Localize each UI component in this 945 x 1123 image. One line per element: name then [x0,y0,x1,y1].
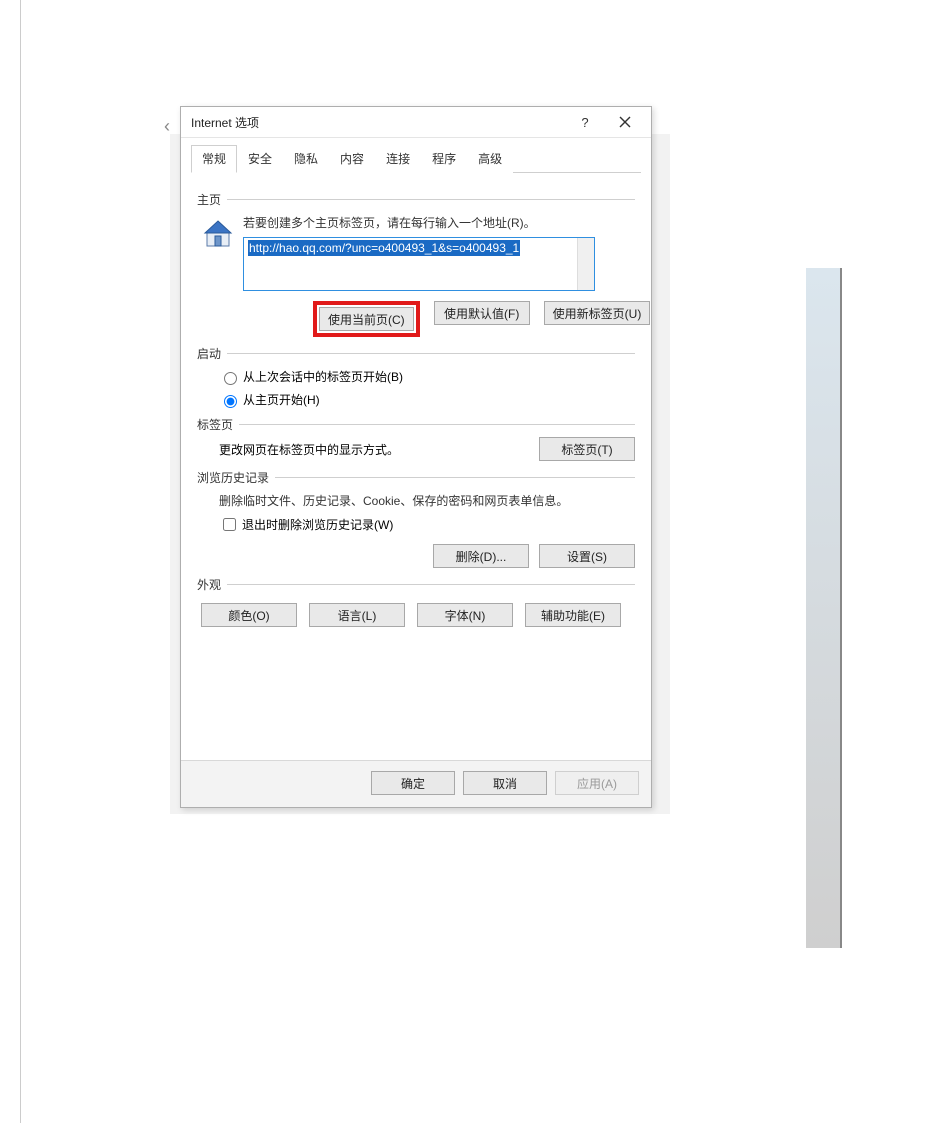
languages-button[interactable]: 语言(L) [309,603,405,627]
textarea-scrollbar[interactable] [577,238,594,290]
tab-content[interactable]: 内容 [329,145,375,173]
dialog-titlebar[interactable]: Internet 选项 ? [181,107,651,138]
delete-on-exit-label: 退出时删除浏览历史记录(W) [242,516,393,533]
dialog-content: 主页 若要创建多个主页标签页，请在每行输入一个地址(R)。 http://hao… [181,173,651,760]
tab-security[interactable]: 安全 [237,145,283,173]
startup-homepage-label: 从主页开始(H) [243,391,320,408]
tab-advanced[interactable]: 高级 [467,145,513,173]
startup-homepage-radio[interactable]: 从主页开始(H) [219,391,635,408]
section-startup-label: 启动 [197,345,221,362]
section-tabs: 标签页 [197,416,635,433]
close-button[interactable] [605,108,645,136]
section-history-label: 浏览历史记录 [197,469,269,486]
section-history: 浏览历史记录 [197,469,635,486]
tab-privacy[interactable]: 隐私 [283,145,329,173]
tabs-settings-button[interactable]: 标签页(T) [539,437,635,461]
history-description: 删除临时文件、历史记录、Cookie、保存的密码和网页表单信息。 [219,492,635,509]
delete-on-exit-checkbox[interactable]: 退出时删除浏览历史记录(W) [219,515,635,534]
use-new-tab-button[interactable]: 使用新标签页(U) [544,301,651,325]
tab-strip: 常规 安全 隐私 内容 连接 程序 高级 [191,144,641,173]
tab-programs[interactable]: 程序 [421,145,467,173]
close-icon [619,116,631,128]
section-homepage-label: 主页 [197,191,221,208]
homepage-instruction: 若要创建多个主页标签页，请在每行输入一个地址(R)。 [243,214,651,231]
homepage-url-textarea[interactable]: http://hao.qq.com/?unc=o400493_1&s=o4004… [243,237,595,291]
help-button[interactable]: ? [565,108,605,136]
startup-last-session-label: 从上次会话中的标签页开始(B) [243,368,403,385]
tab-general[interactable]: 常规 [191,145,237,173]
apply-button[interactable]: 应用(A) [555,771,639,795]
ok-button[interactable]: 确定 [371,771,455,795]
internet-options-dialog: Internet 选项 ? 常规 安全 隐私 内容 连接 程序 高级 主页 [180,106,652,808]
highlight-annotation: 使用当前页(C) [313,301,420,337]
section-appearance-label: 外观 [197,576,221,593]
startup-last-session-radio[interactable]: 从上次会话中的标签页开始(B) [219,368,635,385]
tab-connections[interactable]: 连接 [375,145,421,173]
background-stripe [806,268,842,948]
section-startup: 启动 [197,345,635,362]
home-icon [201,216,235,250]
startup-last-session-input[interactable] [224,372,237,385]
section-tabs-label: 标签页 [197,416,233,433]
use-default-button[interactable]: 使用默认值(F) [434,301,530,325]
homepage-url-value: http://hao.qq.com/?unc=o400493_1&s=o4004… [248,240,520,256]
delete-on-exit-input[interactable] [223,518,236,531]
history-settings-button[interactable]: 设置(S) [539,544,635,568]
dialog-footer: 确定 取消 应用(A) [181,760,651,807]
tabs-description: 更改网页在标签页中的显示方式。 [219,441,539,458]
section-homepage: 主页 [197,191,635,208]
fonts-button[interactable]: 字体(N) [417,603,513,627]
accessibility-button[interactable]: 辅助功能(E) [525,603,621,627]
cancel-button[interactable]: 取消 [463,771,547,795]
page-left-edge [0,0,21,1123]
startup-homepage-input[interactable] [224,395,237,408]
delete-history-button[interactable]: 删除(D)... [433,544,529,568]
dialog-title: Internet 选项 [191,114,259,131]
section-appearance: 外观 [197,576,635,593]
use-current-page-button[interactable]: 使用当前页(C) [319,307,414,331]
colors-button[interactable]: 颜色(O) [201,603,297,627]
